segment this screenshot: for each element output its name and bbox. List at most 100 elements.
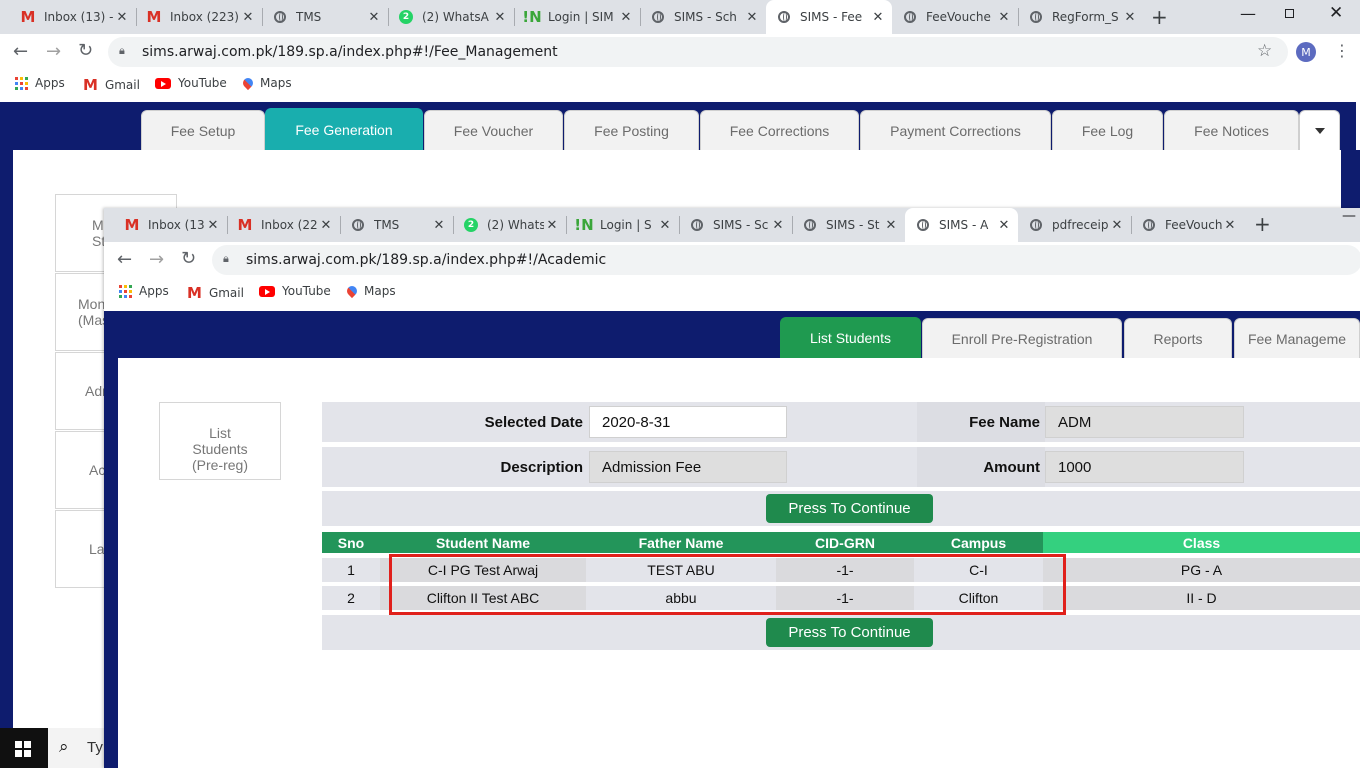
globe-shape: [691, 219, 703, 231]
globe-icon: [776, 9, 792, 25]
close-tab-icon[interactable]: ✕: [618, 10, 634, 25]
tab-title: Inbox (22: [261, 218, 318, 232]
nav-tab[interactable]: Payment Corrections: [860, 110, 1051, 150]
close-tab-icon[interactable]: ✕: [870, 10, 886, 25]
close-tab-icon[interactable]: ✕: [996, 10, 1012, 25]
browser-tab[interactable]: 2 (2) WhatsA ✕: [388, 0, 514, 34]
close-tab-icon[interactable]: ✕: [770, 218, 786, 233]
press-to-continue-button-top[interactable]: Press To Continue: [766, 494, 933, 523]
close-tab-icon[interactable]: ✕: [240, 10, 256, 25]
nav-tab[interactable]: Fee Log: [1052, 110, 1163, 150]
close-tab-icon[interactable]: ✕: [318, 218, 334, 233]
browser-tab[interactable]: SIMS - Sch ✕: [640, 0, 766, 34]
browser-tab[interactable]: TMS ✕: [340, 208, 453, 242]
close-tab-icon[interactable]: ✕: [366, 10, 382, 25]
back-arrow-icon[interactable]: ←: [13, 41, 28, 62]
back-url[interactable]: sims.arwaj.com.pk/189.sp.a/index.php#!/F…: [142, 44, 558, 60]
browser-tab[interactable]: FeeVouche ✕: [892, 0, 1018, 34]
nav-tab[interactable]: Fee Posting: [564, 110, 699, 150]
new-tab-button[interactable]: +: [1151, 5, 1168, 29]
browser-tab[interactable]: !N Login | S ✕: [566, 208, 679, 242]
browser-tab[interactable]: SIMS - Fee ✕: [766, 0, 892, 34]
globe-icon: [1028, 217, 1044, 233]
close-tab-icon[interactable]: ✕: [744, 10, 760, 25]
browser-tab[interactable]: FeeVouch ✕: [1131, 208, 1244, 242]
nav-tab[interactable]: Fee Notices: [1164, 110, 1299, 150]
close-tab-icon[interactable]: ✕: [1122, 10, 1138, 25]
front-forward-arrow-icon[interactable]: →: [149, 249, 164, 270]
whatsapp-badge: 2: [399, 10, 413, 24]
selected-date-input[interactable]: 2020-8-31: [589, 406, 787, 438]
close-tab-icon[interactable]: ✕: [883, 218, 899, 233]
bookmark-label: Maps: [260, 76, 292, 90]
nav-tab[interactable]: Fee Corrections: [700, 110, 859, 150]
n-logo-icon: !N: [574, 216, 594, 234]
bookmark-apps[interactable]: Apps: [119, 284, 169, 298]
bookmark-maps[interactable]: Maps: [344, 283, 396, 299]
close-tab-icon[interactable]: ✕: [205, 218, 221, 233]
taskbar-search-text[interactable]: Ty: [87, 739, 103, 756]
browser-tab[interactable]: TMS ✕: [262, 0, 388, 34]
globe-icon: [350, 217, 366, 233]
caret-down-icon: [1314, 127, 1325, 134]
bookmark-youtube[interactable]: YouTube: [155, 76, 227, 90]
close-tab-icon[interactable]: ✕: [114, 10, 130, 25]
selected-date-label: Selected Date: [484, 414, 583, 431]
browser-tab[interactable]: pdfreceip ✕: [1018, 208, 1131, 242]
nav-tab[interactable]: Fee Generation: [265, 108, 423, 150]
bookmark-youtube[interactable]: YouTube: [259, 284, 331, 298]
youtube-icon: [155, 77, 171, 89]
front-url[interactable]: sims.arwaj.com.pk/189.sp.a/index.php#!/A…: [246, 252, 606, 268]
bookmark-label: Gmail: [104, 78, 140, 92]
restore-button[interactable]: [1285, 9, 1294, 18]
minimize-button[interactable]: —: [1240, 4, 1256, 23]
browser-tab[interactable]: 2 (2) Whats ✕: [453, 208, 566, 242]
nav-tab[interactable]: Reports: [1124, 318, 1232, 358]
bookmark-apps[interactable]: Apps: [15, 76, 65, 90]
nav-tab[interactable]: List Students: [780, 317, 921, 358]
close-tab-icon[interactable]: ✕: [657, 218, 673, 233]
tab-title: Inbox (13) -: [44, 10, 114, 24]
nav-tab[interactable]: Fee Setup: [141, 110, 265, 150]
windows-start-icon[interactable]: [15, 741, 31, 757]
reload-icon[interactable]: ↻: [78, 40, 93, 61]
front-new-tab-button[interactable]: +: [1254, 212, 1271, 236]
browser-tab[interactable]: M Inbox (13 ✕: [114, 208, 227, 242]
nav-tab[interactable]: Enroll Pre-Registration: [922, 318, 1122, 358]
close-window-button[interactable]: ✕: [1329, 3, 1343, 23]
table-cell: PG - A: [1043, 558, 1360, 582]
menu-kebab-icon[interactable]: ⋮: [1334, 41, 1350, 60]
close-tab-icon[interactable]: ✕: [1109, 218, 1125, 233]
browser-tab[interactable]: SIMS - A ✕: [905, 208, 1018, 242]
bookmark-gmail[interactable]: M Gmail: [83, 76, 140, 94]
list-students-prereg-button[interactable]: List Students (Pre-reg): [159, 402, 281, 480]
browser-tab[interactable]: SIMS - St ✕: [792, 208, 905, 242]
front-reload-icon[interactable]: ↻: [181, 248, 196, 269]
globe-shape: [352, 219, 364, 231]
browser-tab[interactable]: M Inbox (22 ✕: [227, 208, 340, 242]
bookmark-star-icon[interactable]: ☆: [1257, 41, 1272, 61]
close-tab-icon[interactable]: ✕: [1222, 218, 1238, 233]
browser-tab[interactable]: !N Login | SIM ✕: [514, 0, 640, 34]
close-tab-icon[interactable]: ✕: [431, 218, 447, 233]
bookmark-gmail[interactable]: M Gmail: [187, 284, 244, 302]
nav-tab[interactable]: Fee Voucher: [424, 110, 563, 150]
close-tab-icon[interactable]: ✕: [492, 10, 508, 25]
press-to-continue-button-bottom[interactable]: Press To Continue: [766, 618, 933, 647]
browser-tab[interactable]: M Inbox (223) ✕: [136, 0, 262, 34]
browser-tab[interactable]: RegForm_S ✕: [1018, 0, 1144, 34]
front-back-arrow-icon[interactable]: ←: [117, 249, 132, 270]
browser-tab[interactable]: SIMS - Sc ✕: [679, 208, 792, 242]
nav-dropdown-button[interactable]: [1299, 110, 1340, 150]
nav-tab[interactable]: Fee Manageme: [1234, 318, 1360, 358]
close-tab-icon[interactable]: ✕: [996, 218, 1012, 233]
gmail-icon: M: [237, 216, 253, 234]
profile-avatar[interactable]: M: [1296, 42, 1316, 62]
front-minimize-button[interactable]: —: [1342, 208, 1356, 224]
globe-shape: [804, 219, 816, 231]
bookmark-maps[interactable]: Maps: [240, 75, 292, 91]
browser-tab[interactable]: M Inbox (13) - ✕: [10, 0, 136, 34]
forward-arrow-icon[interactable]: →: [46, 41, 61, 62]
globe-icon: [902, 9, 918, 25]
close-tab-icon[interactable]: ✕: [544, 218, 560, 233]
